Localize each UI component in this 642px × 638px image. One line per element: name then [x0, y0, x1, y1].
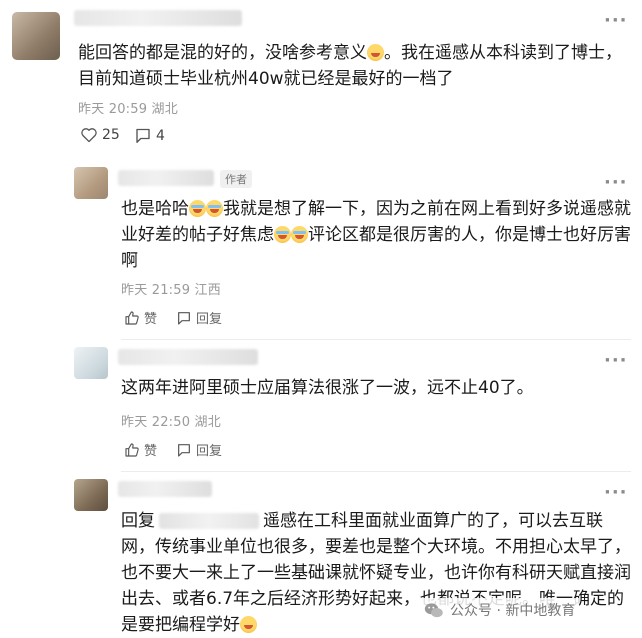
like-button[interactable]: 赞 [124, 440, 157, 459]
username-blurred[interactable] [74, 10, 242, 26]
comment-meta: 昨天 20:59 湖北 [78, 98, 178, 117]
crying-emoji-icon [291, 226, 308, 243]
username-blurred[interactable] [118, 170, 214, 186]
comment-text: 能回答的都是混的好的，没啥参考意义 。我在遥感从本科读到了博士，目前知道硕士毕业杭… [78, 43, 622, 89]
like-button[interactable]: 赞 [124, 308, 157, 327]
avatar[interactable] [74, 167, 108, 199]
author-badge: 作者 [220, 170, 252, 188]
like-count: 25 [102, 127, 120, 143]
reply-time: 昨天 21:59 [121, 283, 191, 298]
reply-location: 江西 [194, 283, 221, 298]
reply-button[interactable]: 回复 [176, 440, 222, 459]
reply-meta: 昨天 22:50 湖北 [121, 411, 221, 430]
crying-emoji-icon [206, 200, 223, 217]
more-options-icon[interactable]: ··· [604, 174, 628, 192]
divider [121, 339, 631, 340]
more-options-icon[interactable]: ··· [604, 484, 628, 502]
more-options-icon[interactable]: ··· [604, 12, 628, 30]
watermark: 公众号 · 新中地教育 [420, 598, 580, 622]
reply-text: 这两年进阿里硕士应届算法很涨了一波，远不止40了。 [121, 378, 534, 398]
thumbs-up-icon [125, 310, 139, 325]
mentioned-user-blurred[interactable] [159, 513, 259, 529]
avatar[interactable] [74, 347, 108, 379]
more-options-icon[interactable]: ··· [604, 352, 628, 370]
reply-location: 湖北 [194, 415, 221, 430]
username-blurred[interactable] [118, 349, 258, 365]
reply-meta: 昨天 21:59 江西 [121, 279, 221, 298]
comment-bubble-icon [178, 443, 190, 457]
avatar[interactable] [12, 12, 60, 60]
reply-prefix: 回复 [121, 511, 155, 531]
reply-button[interactable]: 回复 [176, 308, 222, 327]
crying-emoji-icon [189, 200, 206, 217]
like-button[interactable]: 25 [80, 127, 120, 143]
smile-emoji-icon [240, 616, 257, 633]
reply-label: 回复 [196, 444, 223, 459]
comment-location: 湖北 [151, 102, 178, 117]
comment-time: 昨天 20:59 [78, 102, 148, 117]
wechat-icon [424, 602, 443, 617]
reply-count: 4 [156, 127, 165, 144]
watermark-text: 公众号 · 新中地教育 [450, 603, 576, 619]
smile-emoji-icon [367, 44, 384, 61]
reply-label: 回复 [196, 312, 223, 327]
like-label: 赞 [144, 444, 158, 459]
comment-bubble-icon [178, 311, 190, 325]
thumbs-up-icon [125, 442, 139, 457]
reply-text: 也是哈哈 我就是想了解一下，因为之前在网上看到好多说遥感就业好差的帖子好焦虑 评论区… [121, 199, 631, 271]
heart-icon [81, 128, 97, 143]
avatar[interactable] [74, 479, 108, 511]
reply-time: 昨天 22:50 [121, 415, 191, 430]
like-label: 赞 [144, 312, 158, 327]
reply-button[interactable]: 4 [134, 127, 165, 144]
comment-bubble-icon [136, 128, 150, 143]
username-blurred[interactable] [118, 481, 212, 497]
divider [121, 471, 631, 472]
crying-emoji-icon [274, 226, 291, 243]
